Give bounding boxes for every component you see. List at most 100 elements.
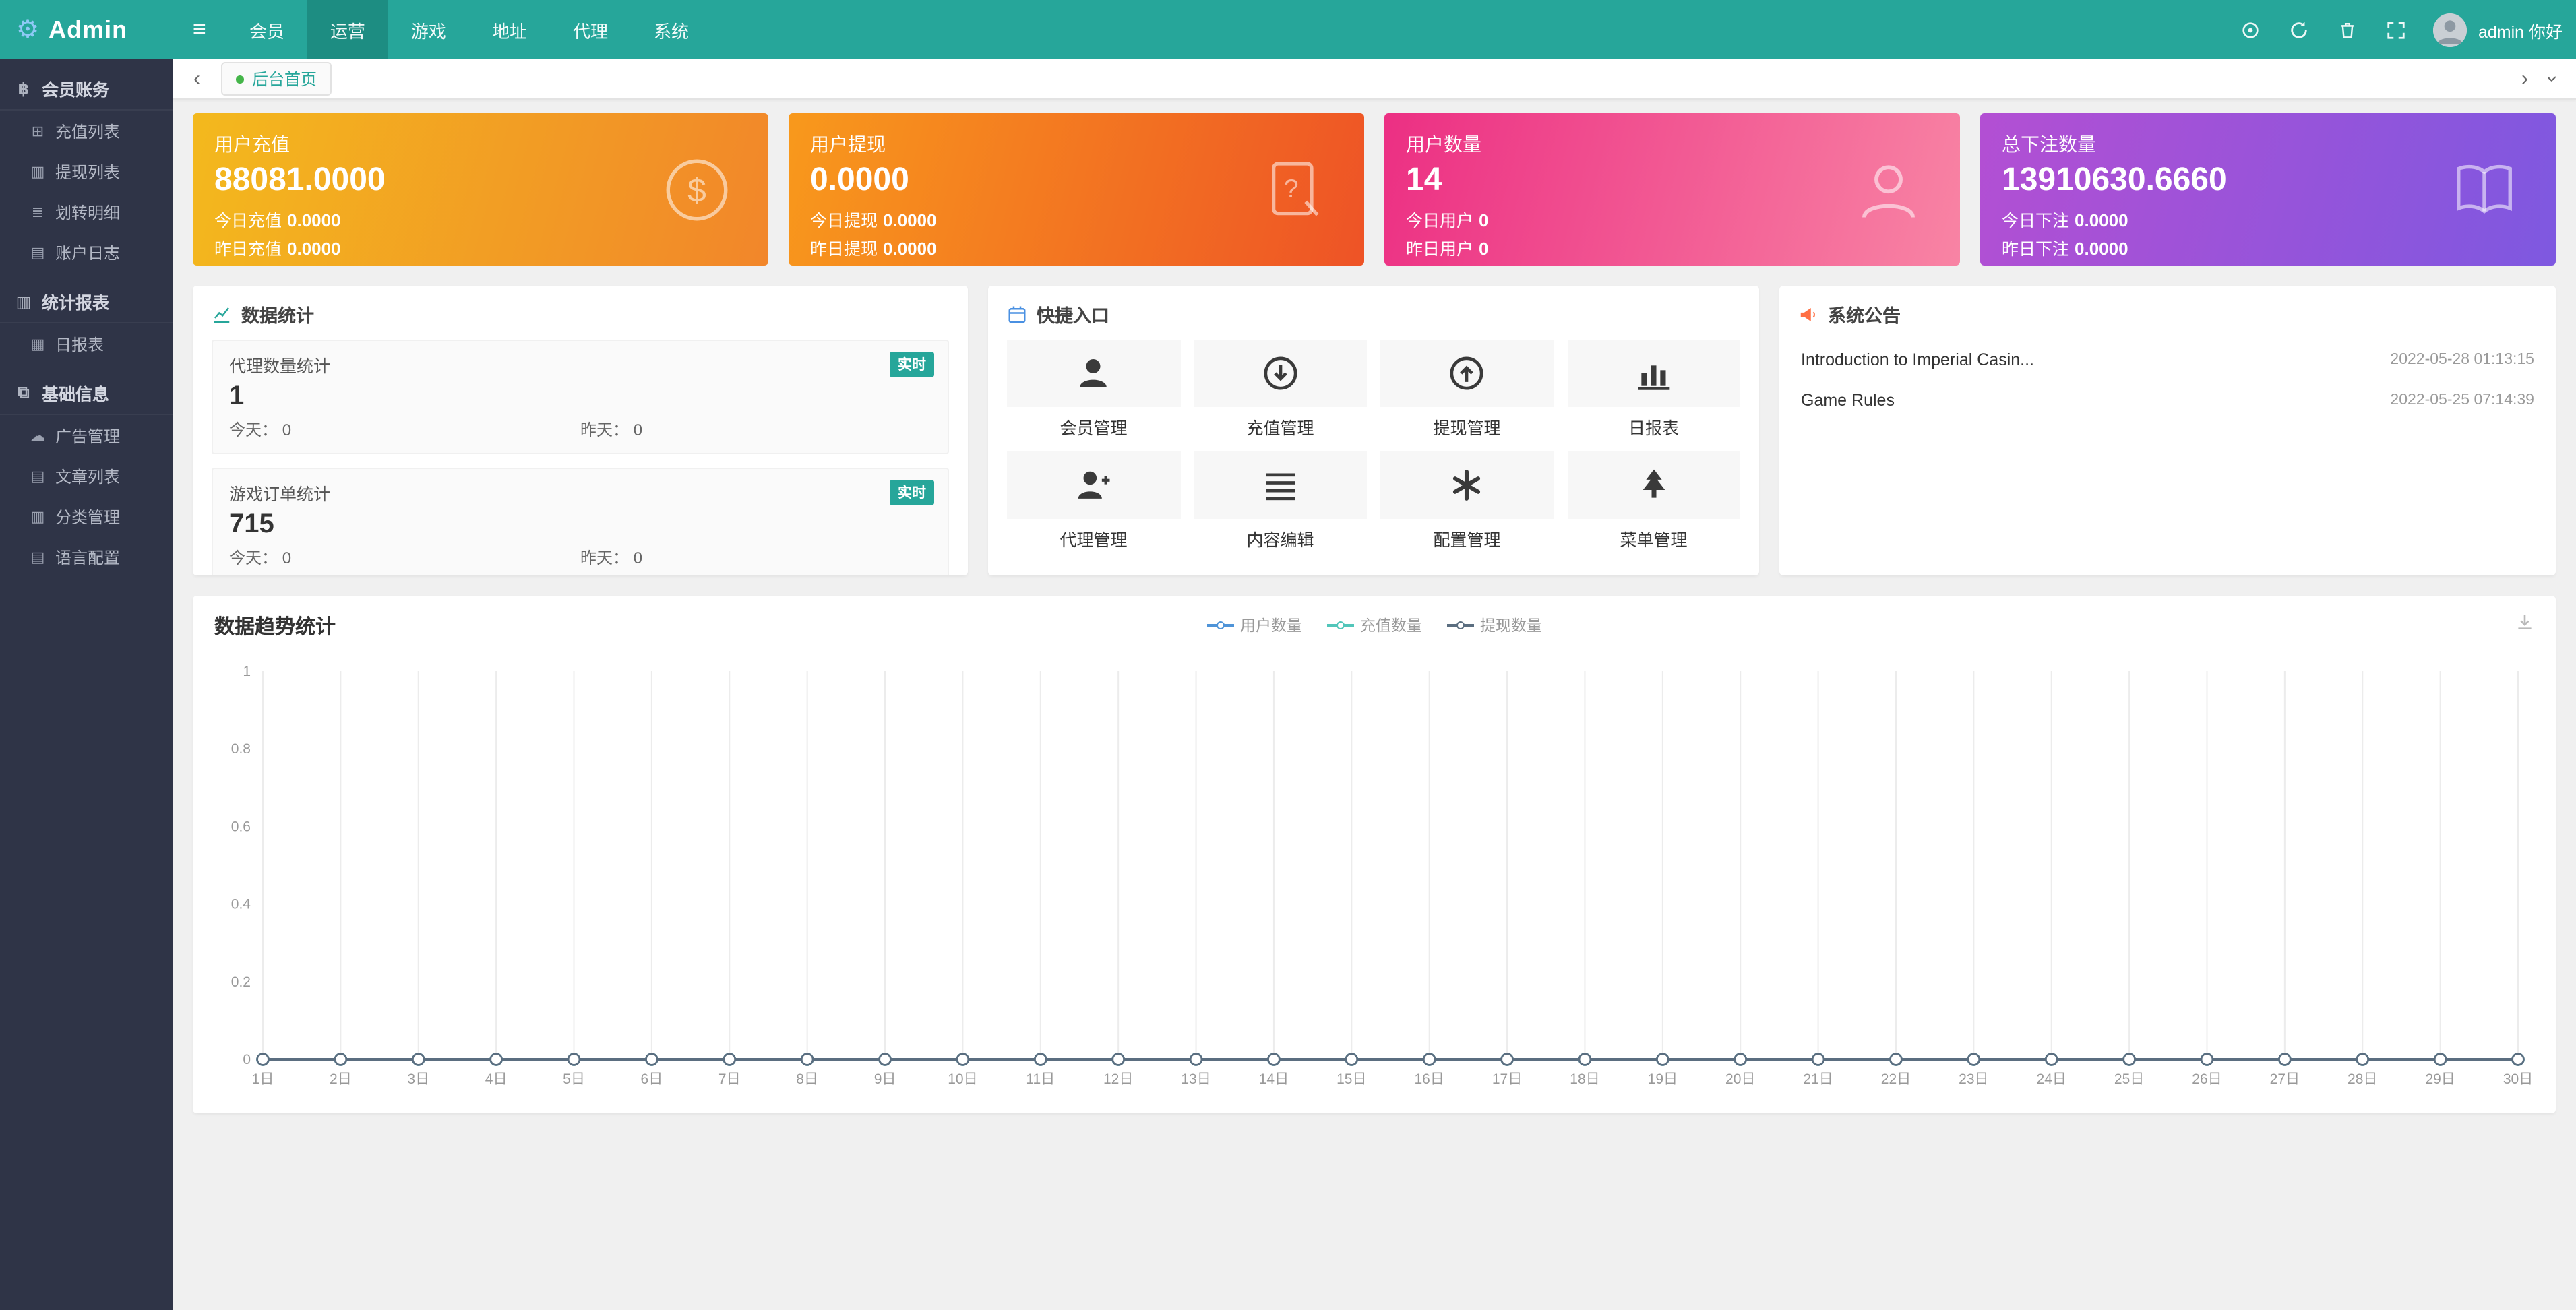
sidebar-item-label: 充值列表 (55, 119, 120, 142)
main-menu: ≡ 会员 运营 游戏 地址 代理 系统 (173, 0, 2229, 59)
stat-today-label: 今天： (229, 549, 278, 567)
sidebar-item-category-management[interactable]: ▥ 分类管理 (0, 496, 173, 536)
quick-agent-management[interactable]: 代理管理 (1007, 451, 1180, 551)
nav-item-operation[interactable]: 运营 (307, 0, 388, 59)
stat-yesterday-value: 0 (634, 420, 642, 439)
brand[interactable]: ⚙ Admin (0, 0, 173, 59)
sidebar-item-ad-management[interactable]: ☁ 广告管理 (0, 415, 173, 456)
card-today-value: 0 (1479, 210, 1488, 230)
sidebar-group-statistics[interactable]: ▥ 统计报表 (0, 280, 173, 323)
sidebar-item-daily-report[interactable]: ▦ 日报表 (0, 323, 173, 364)
download-icon[interactable] (2515, 613, 2534, 638)
dollar-icon: $ (661, 153, 733, 226)
circle-down-arrow-icon (1194, 340, 1367, 407)
member-icon (1007, 340, 1180, 407)
quick-withdraw-management[interactable]: 提现管理 (1380, 340, 1554, 439)
sidebar-item-label: 语言配置 (55, 545, 120, 568)
sidebar-group-basic-info[interactable]: ⧉ 基础信息 (0, 372, 173, 415)
notice-item[interactable]: Introduction to Imperial Casin... 2022-0… (1779, 340, 2556, 380)
main-area: ‹ 后台首页 › › 用户充值 88081.0000 今日充值0.0000 昨日… (173, 59, 2576, 1310)
svg-text:13日: 13日 (1181, 1071, 1210, 1087)
theme-icon[interactable] (2229, 0, 2272, 59)
info-icon: ⧉ (15, 383, 32, 403)
svg-text:28日: 28日 (2348, 1071, 2377, 1087)
account-log-icon: ▤ (30, 243, 46, 261)
svg-text:5日: 5日 (563, 1071, 585, 1087)
card-yesterday-value: 0.0000 (287, 239, 341, 259)
svg-text:30日: 30日 (2503, 1071, 2533, 1087)
legend-marker (1446, 620, 1473, 631)
trend-chart: 1日2日3日4日5日6日7日8日9日10日11日12日13日14日15日16日1… (193, 655, 2556, 1100)
username[interactable]: admin 你好 (2478, 17, 2563, 42)
svg-text:19日: 19日 (1648, 1071, 1678, 1087)
tab-home[interactable]: 后台首页 (221, 62, 332, 96)
quick-member-management[interactable]: 会员管理 (1007, 340, 1180, 439)
refresh-icon[interactable] (2277, 0, 2321, 59)
sidebar-item-article-list[interactable]: ▤ 文章列表 (0, 456, 173, 496)
legend-label: 用户数量 (1240, 615, 1302, 636)
nav-item-game[interactable]: 游戏 (388, 0, 469, 59)
sidebar-item-label: 分类管理 (55, 505, 120, 528)
svg-text:8日: 8日 (796, 1071, 818, 1087)
sidebar-item-label: 提现列表 (55, 160, 120, 183)
tabs-menu-icon[interactable]: › (2538, 69, 2565, 89)
quick-label: 菜单管理 (1567, 526, 1740, 551)
notice-time: 2022-05-25 07:14:39 (2390, 392, 2534, 408)
nav-item-address[interactable]: 地址 (469, 0, 550, 59)
fullscreen-icon[interactable] (2374, 0, 2418, 59)
legend-user-count[interactable]: 用户数量 (1206, 615, 1302, 636)
sidebar-group-label: 会员账务 (42, 75, 109, 101)
quick-label: 配置管理 (1380, 526, 1554, 551)
quick-content-edit[interactable]: 内容编辑 (1194, 451, 1367, 551)
card-yesterday-value: 0.0000 (883, 239, 937, 259)
sidebar-toggle-icon[interactable]: ≡ (173, 0, 226, 59)
sidebar-item-label: 账户日志 (55, 241, 120, 263)
notice-title: Introduction to Imperial Casin... (1801, 350, 2034, 369)
card-yesterday-value: 0 (1479, 239, 1488, 259)
svg-text:0.2: 0.2 (231, 974, 251, 990)
avatar[interactable] (2434, 13, 2467, 46)
svg-text:11日: 11日 (1026, 1071, 1055, 1087)
stat-yesterday-label: 昨天： (580, 420, 629, 439)
svg-text:20日: 20日 (1725, 1071, 1755, 1087)
chart-header: 数据趋势统计 用户数量 充值数量 提现数量 (193, 596, 2556, 655)
legend-withdraw-count[interactable]: 提现数量 (1446, 615, 1542, 636)
quick-label: 提现管理 (1380, 414, 1554, 439)
nav-item-agent[interactable]: 代理 (550, 0, 631, 59)
asterisk-icon (1380, 451, 1554, 519)
admin-dashboard: ⚙ Admin ≡ 会员 运营 游戏 地址 代理 系统 (0, 0, 2576, 1310)
sidebar-item-recharge-list[interactable]: ⊞ 充值列表 (0, 111, 173, 151)
nav-item-system[interactable]: 系统 (631, 0, 712, 59)
stat-yesterday-label: 昨天： (580, 549, 629, 567)
quick-menu-management[interactable]: 菜单管理 (1567, 451, 1740, 551)
chart-legend: 用户数量 充值数量 提现数量 (1206, 615, 1542, 636)
sidebar-item-label: 划转明细 (55, 200, 120, 223)
notice-item[interactable]: Game Rules 2022-05-25 07:14:39 (1779, 380, 2556, 420)
quick-config-management[interactable]: 配置管理 (1380, 451, 1554, 551)
dashboard-content: 用户充值 88081.0000 今日充值0.0000 昨日充值0.0000 $ … (173, 100, 2576, 1310)
svg-text:18日: 18日 (1570, 1071, 1599, 1087)
tabs-scroll-left-icon[interactable]: ‹ (183, 69, 210, 89)
legend-label: 提现数量 (1480, 615, 1542, 636)
clear-cache-icon[interactable] (2326, 0, 2369, 59)
stat-value: 715 (229, 509, 931, 540)
top-navbar: ⚙ Admin ≡ 会员 运营 游戏 地址 代理 系统 (0, 0, 2576, 59)
tabs-scroll-right-icon[interactable]: › (2511, 69, 2538, 89)
sidebar-item-language-config[interactable]: ▤ 语言配置 (0, 536, 173, 577)
sidebar-item-account-log[interactable]: ▤ 账户日志 (0, 232, 173, 272)
stat-name: 游戏订单统计 (229, 480, 931, 505)
quick-daily-report[interactable]: 日报表 (1567, 340, 1740, 439)
svg-text:21日: 21日 (1803, 1071, 1833, 1087)
legend-recharge-count[interactable]: 充值数量 (1326, 615, 1422, 636)
transfer-detail-icon: ≣ (30, 203, 46, 220)
notice-time: 2022-05-28 01:13:15 (2390, 352, 2534, 368)
stat-value: 1 (229, 381, 931, 412)
nav-item-member[interactable]: 会员 (226, 0, 307, 59)
sidebar-item-withdraw-list[interactable]: ▥ 提现列表 (0, 151, 173, 191)
quick-recharge-management[interactable]: 充值管理 (1194, 340, 1367, 439)
calendar-icon (1007, 304, 1027, 324)
panel-header: 系统公告 (1779, 286, 2556, 340)
sidebar-group-member-accounts[interactable]: ฿ 会员账务 (0, 67, 173, 111)
svg-text:9日: 9日 (874, 1071, 896, 1087)
sidebar-item-transfer-detail[interactable]: ≣ 划转明细 (0, 191, 173, 232)
